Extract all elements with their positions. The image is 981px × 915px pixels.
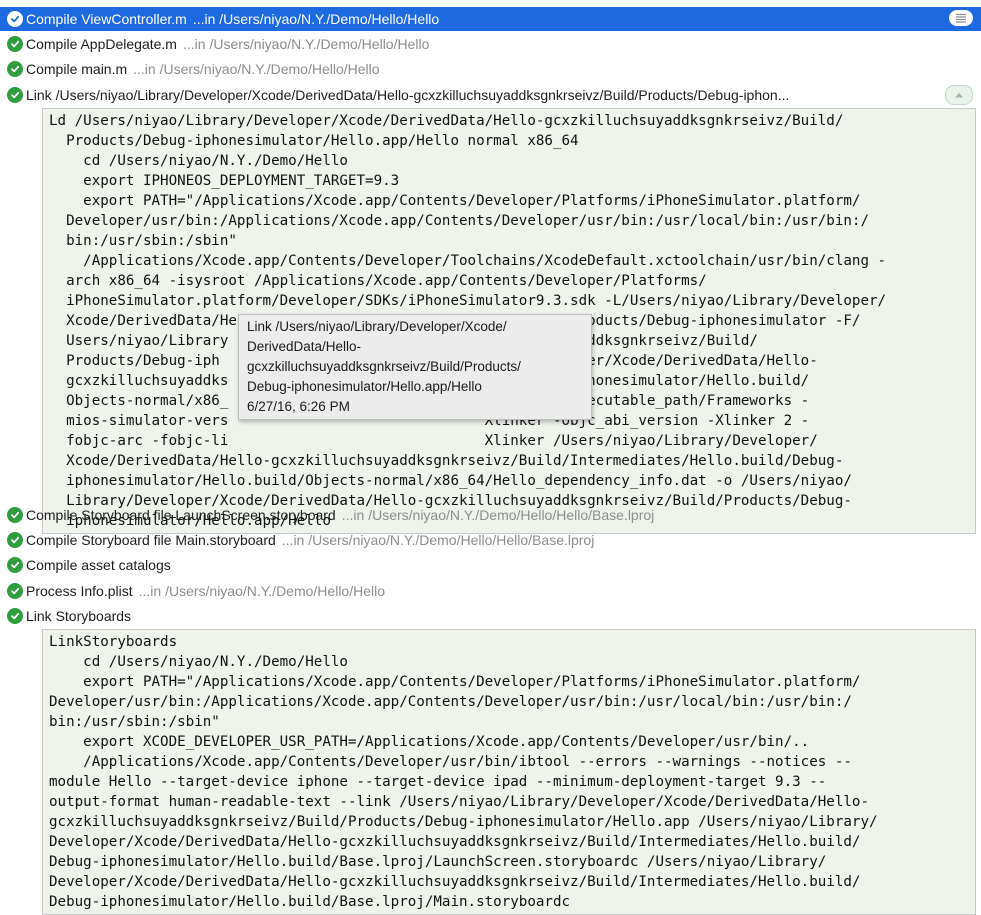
log-line: Ld /Users/niyao/Library/Developer/Xcode/… [49, 113, 844, 129]
log-line: export PATH="/Applications/Xcode.app/Con… [49, 193, 861, 209]
tooltip: Link /Users/niyao/Library/Developer/Xcod… [238, 314, 592, 420]
build-step-title: Process Info.plist [26, 583, 133, 599]
checkmark-circle-icon [7, 61, 23, 77]
log-line: arch x86_64 -isysroot /Applications/Xcod… [49, 273, 707, 289]
log-line: Xcode/DerivedData/Hello-gcxzkilluchsuyad… [49, 453, 844, 469]
tooltip-line: Debug-iphonesimulator/Hello.app/Hello [247, 379, 482, 394]
build-step-row[interactable]: Compile Storyboard file Main.storyboard … [0, 528, 981, 552]
chevron-up-icon[interactable] [945, 85, 973, 105]
tooltip-line: Link /Users/niyao/Library/Developer/Xcod… [247, 319, 507, 334]
build-step-row[interactable]: Link /Users/niyao/Library/Developer/Xcod… [0, 83, 981, 107]
log-line: Developer/Xcode/DerivedData/Hello-gcxzki… [49, 874, 861, 890]
build-step-title: Compile AppDelegate.m [26, 36, 177, 52]
build-step-row[interactable]: Compile AppDelegate.m ...in /Users/niyao… [0, 32, 981, 56]
lines-icon[interactable] [949, 10, 973, 26]
log-line: module Hello --target-device iphone --ta… [49, 774, 827, 790]
build-step-row[interactable]: Process Info.plist ...in /Users/niyao/N.… [0, 579, 981, 603]
log-line: Developer/Xcode/DerivedData/Hello-gcxzki… [49, 834, 861, 850]
build-step-title: Compile Storyboard file Main.storyboard [26, 532, 276, 548]
checkmark-circle-icon [7, 608, 23, 624]
log-line: Developer/usr/bin:/Applications/Xcode.ap… [49, 694, 852, 710]
log-line: Developer/usr/bin:/Applications/Xcode.ap… [49, 213, 869, 229]
build-step-detail: ...in /Users/niyao/N.Y./Demo/Hello/Hello… [281, 532, 595, 548]
tooltip-line: DerivedData/Hello- [247, 339, 362, 354]
checkmark-circle-icon [7, 507, 23, 523]
checkmark-circle-icon [7, 87, 23, 103]
build-step-title: Link Storyboards [26, 608, 132, 624]
log-line: bin:/usr/sbin:/sbin" [49, 714, 220, 730]
build-step-title: Compile main.m [26, 61, 128, 77]
checkmark-circle-icon [7, 583, 23, 599]
build-step-title: Link /Users/niyao/Library/Developer/Xcod… [26, 87, 790, 103]
log-line: iphonesimulator/Hello.build/Objects-norm… [49, 473, 852, 489]
build-step-detail: ...in /Users/niyao/N.Y./Demo/Hello/Hello [182, 36, 430, 52]
build-step-detail: ...in /Users/niyao/N.Y./Demo/Hello/Hello [192, 11, 440, 27]
log-line: export PATH="/Applications/Xcode.app/Con… [49, 674, 861, 690]
build-step-title: Compile Storyboard file LaunchScreen.sto… [26, 507, 336, 523]
build-step-row[interactable]: Link Storyboards [0, 604, 981, 628]
log-line: iPhoneSimulator.platform/Developer/SDKs/… [49, 293, 887, 309]
log-line: fobjc-arc -fobjc-li Xlinker /Users/niyao… [49, 433, 818, 449]
build-step-title: Compile ViewController.m [26, 11, 187, 27]
checkmark-circle-icon [7, 532, 23, 548]
storyboards-log-output: LinkStoryboards cd /Users/niyao/N.Y./Dem… [42, 629, 976, 915]
build-step-title: Compile asset catalogs [26, 557, 171, 573]
log-line: /Applications/Xcode.app/Contents/Develop… [49, 253, 887, 269]
log-line: output-format human-readable-text --link… [49, 794, 869, 810]
log-line: Debug-iphonesimulator/Hello.build/Base.l… [49, 894, 571, 910]
build-step-detail: ...in /Users/niyao/N.Y./Demo/Hello/Hello… [341, 507, 655, 523]
log-line: gcxzkilluchsuyaddksgnkrseivz/Build/Produ… [49, 814, 878, 830]
build-step-detail: ...in /Users/niyao/N.Y./Demo/Hello/Hello [138, 583, 386, 599]
build-step-row[interactable]: Compile main.m ...in /Users/niyao/N.Y./D… [0, 57, 981, 81]
build-step-row[interactable]: Compile asset catalogs [0, 553, 981, 577]
log-line: /Applications/Xcode.app/Contents/Develop… [49, 754, 852, 770]
log-line: LinkStoryboards [49, 634, 178, 650]
log-line: export IPHONEOS_DEPLOYMENT_TARGET=9.3 [49, 173, 400, 189]
build-step-row[interactable]: Compile ViewController.m ...in /Users/ni… [0, 7, 981, 31]
log-line: Products/Debug-iphonesimulator/Hello.app… [49, 133, 579, 149]
log-line: export XCODE_DEVELOPER_USR_PATH=/Applica… [49, 734, 810, 750]
log-line: cd /Users/niyao/N.Y./Demo/Hello [49, 153, 348, 169]
checkmark-circle-icon [7, 557, 23, 573]
checkmark-circle-icon [7, 11, 23, 27]
tooltip-timestamp: 6/27/16, 6:26 PM [247, 399, 350, 414]
log-line: Debug-iphonesimulator/Hello.build/Base.l… [49, 854, 827, 870]
tooltip-line: gcxzkilluchsuyaddksgnkrseivz/Build/Produ… [247, 359, 521, 374]
checkmark-circle-icon [7, 36, 23, 52]
build-step-row[interactable]: Compile Storyboard file LaunchScreen.sto… [0, 503, 981, 527]
log-line: bin:/usr/sbin:/sbin" [49, 233, 237, 249]
log-line: cd /Users/niyao/N.Y./Demo/Hello [49, 654, 348, 670]
build-step-detail: ...in /Users/niyao/N.Y./Demo/Hello/Hello [133, 61, 380, 77]
